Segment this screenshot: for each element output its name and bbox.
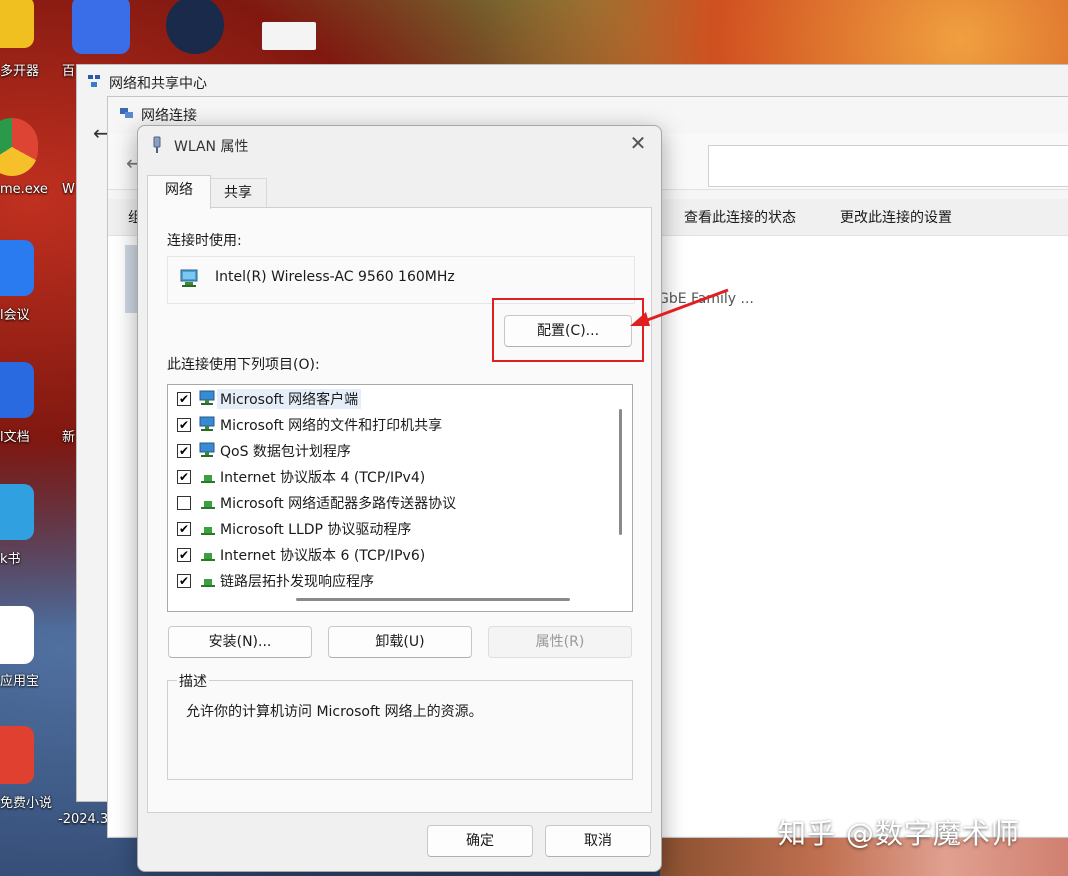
- network-adapter-icon: [153, 136, 161, 153]
- document-thumbnail-icon[interactable]: [262, 22, 316, 50]
- annotation-arrow-icon: [630, 288, 729, 326]
- list-item[interactable]: ✔ Microsoft LLDP 协议驱动程序: [168, 517, 608, 543]
- file-share-icon: [199, 416, 215, 431]
- description-legend: 描述: [177, 671, 209, 691]
- desktop-label-docs[interactable]: l文档: [0, 426, 30, 445]
- vertical-scrollbar[interactable]: [619, 409, 622, 535]
- desktop-label-w[interactable]: W: [62, 182, 75, 197]
- item-label: 链路层拓扑发现响应程序: [220, 574, 374, 590]
- protocol-icon: [201, 527, 215, 535]
- baidu-icon[interactable]: [72, 0, 130, 54]
- qos-icon: [199, 442, 215, 457]
- item-label: Microsoft LLDP 协议驱动程序: [220, 522, 412, 538]
- wlan-properties-dialog[interactable]: WLAN 属性 ✕ 网络 共享 连接时使用: Intel(R) Wireless…: [137, 125, 662, 872]
- install-button[interactable]: 安装(N)...: [168, 626, 312, 658]
- list-item[interactable]: ✔ Microsoft 网络的文件和打印机共享: [168, 413, 608, 439]
- desktop-label-multi[interactable]: 多开器: [0, 60, 39, 79]
- network-connections-icon: [120, 108, 133, 118]
- protocol-icon: [201, 501, 215, 509]
- item-label: Microsoft 网络适配器多路传送器协议: [220, 496, 457, 512]
- network-sharing-icon: [88, 75, 100, 87]
- item-checkbox[interactable]: ✔: [177, 574, 191, 588]
- desktop-label-new[interactable]: 新: [62, 426, 75, 445]
- description-text: 允许你的计算机访问 Microsoft 网络上的资源。: [186, 704, 483, 720]
- command-view-status[interactable]: 查看此连接的状态: [684, 207, 796, 227]
- tencent-docs-icon[interactable]: [0, 362, 34, 418]
- connect-using-label: 连接时使用:: [167, 233, 242, 249]
- ok-button[interactable]: 确定: [427, 825, 533, 857]
- cancel-button[interactable]: 取消: [545, 825, 651, 857]
- description-group: 描述 允许你的计算机访问 Microsoft 网络上的资源。: [167, 671, 633, 780]
- item-checkbox[interactable]: ✔: [177, 392, 191, 406]
- network-connections-title: 网络连接: [141, 108, 197, 124]
- item-checkbox[interactable]: [177, 496, 191, 510]
- desktop-label-baidu[interactable]: 百: [62, 60, 75, 79]
- protocol-icon: [201, 553, 215, 561]
- network-client-icon: [199, 390, 215, 405]
- dialog-title: WLAN 属性: [174, 139, 249, 155]
- adapter-box: Intel(R) Wireless-AC 9560 160MHz: [167, 256, 635, 304]
- protocol-icon: [201, 579, 215, 587]
- properties-button[interactable]: 属性(R): [488, 626, 632, 658]
- desktop-label-meeting[interactable]: l会议: [0, 304, 30, 323]
- desktop-label-appstore[interactable]: 应用宝: [0, 670, 39, 689]
- item-label: Internet 协议版本 6 (TCP/IPv6): [220, 548, 426, 564]
- list-item[interactable]: ✔ Internet 协议版本 6 (TCP/IPv6): [168, 543, 608, 569]
- app-store-icon[interactable]: [0, 606, 34, 664]
- command-change-settings[interactable]: 更改此连接的设置: [840, 207, 952, 227]
- address-bar[interactable]: [708, 145, 1068, 187]
- item-checkbox[interactable]: ✔: [177, 418, 191, 432]
- list-item[interactable]: ✔ QoS 数据包计划程序: [168, 439, 608, 465]
- item-label: Internet 协议版本 4 (TCP/IPv4): [220, 470, 426, 486]
- item-checkbox[interactable]: ✔: [177, 522, 191, 536]
- uninstall-button[interactable]: 卸载(U): [328, 626, 472, 658]
- close-icon[interactable]: ✕: [627, 132, 649, 154]
- adapter-name: Intel(R) Wireless-AC 9560 160MHz: [215, 269, 455, 285]
- tab-network[interactable]: 网络: [147, 175, 211, 209]
- connection-items-list[interactable]: ✔ Microsoft 网络客户端 ✔ Microsoft 网络的文件和打印机共…: [167, 384, 633, 612]
- list-item[interactable]: ✔ Microsoft 网络客户端: [168, 387, 608, 413]
- items-label: 此连接使用下列项目(O):: [167, 357, 320, 373]
- desktop-label-feishu[interactable]: k书: [0, 548, 21, 567]
- desktop-label-chrome[interactable]: me.exe: [0, 182, 48, 197]
- item-label: Microsoft 网络的文件和打印机共享: [220, 418, 443, 434]
- item-checkbox[interactable]: ✔: [177, 470, 191, 484]
- network-sharing-title: 网络和共享中心: [109, 76, 207, 92]
- horizontal-scrollbar[interactable]: [296, 598, 570, 601]
- item-checkbox[interactable]: ✔: [177, 548, 191, 562]
- desktop-label-novel[interactable]: 免费小说: [0, 792, 52, 811]
- list-item[interactable]: ✔ 链路层拓扑发现响应程序: [168, 569, 608, 595]
- multi-launcher-icon[interactable]: [0, 0, 34, 48]
- item-label: QoS 数据包计划程序: [220, 444, 351, 460]
- desktop-label-date[interactable]: -2024.3: [58, 812, 108, 827]
- tencent-meeting-icon[interactable]: [0, 240, 34, 296]
- item-checkbox[interactable]: ✔: [177, 444, 191, 458]
- tab-sharing[interactable]: 共享: [209, 178, 267, 208]
- watermark: 知乎 @数字魔术师: [778, 817, 1020, 850]
- novel-reader-icon[interactable]: [0, 726, 34, 784]
- list-item[interactable]: ✔ Internet 协议版本 4 (TCP/IPv4): [168, 465, 608, 491]
- item-label: Microsoft 网络客户端: [217, 389, 362, 409]
- feishu-icon[interactable]: [0, 484, 34, 540]
- list-item[interactable]: Microsoft 网络适配器多路传送器协议: [168, 491, 608, 517]
- network-card-icon: [180, 269, 198, 287]
- protocol-icon: [201, 475, 215, 483]
